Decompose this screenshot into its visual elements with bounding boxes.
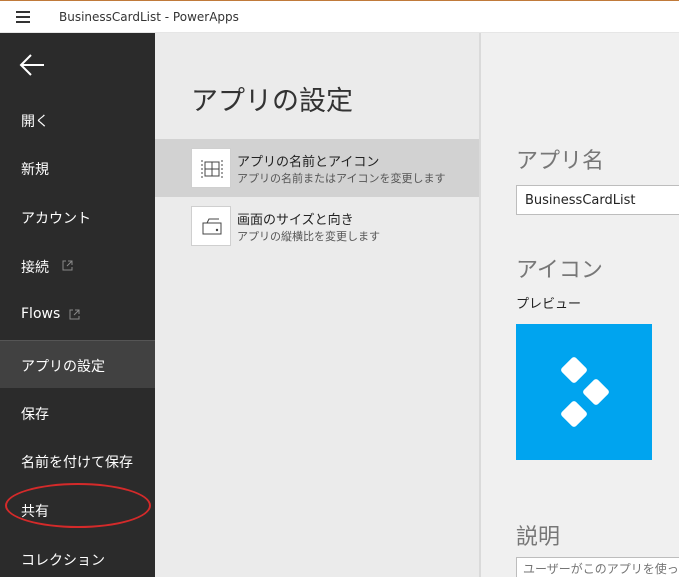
app-icon-preview bbox=[516, 324, 652, 460]
sidebar-item-collections[interactable]: コレクション bbox=[0, 535, 155, 577]
app-name-input[interactable] bbox=[516, 185, 679, 215]
sidebar-item-new[interactable]: 新規 bbox=[0, 144, 155, 192]
app-diamond-icon bbox=[561, 357, 609, 427]
sidebar-item-label: 接続 bbox=[21, 260, 49, 276]
preview-label: プレビュー bbox=[516, 297, 582, 312]
description-heading: 説明 bbox=[516, 525, 561, 550]
sidebar-item-app-settings[interactable]: アプリの設定 bbox=[0, 340, 155, 388]
page-title: アプリの設定 bbox=[191, 86, 353, 117]
sidebar-item-label: 保存 bbox=[21, 407, 49, 423]
sidebar-item-label: 新規 bbox=[21, 162, 49, 178]
annotation-circle bbox=[5, 483, 151, 528]
sidebar-item-flows[interactable]: Flows bbox=[0, 291, 155, 339]
hamburger-icon[interactable] bbox=[16, 11, 30, 23]
back-arrow-icon[interactable] bbox=[18, 53, 46, 77]
option-screen-size[interactable]: 画面のサイズと向き アプリの縦横比を変更します bbox=[155, 197, 480, 255]
external-link-icon bbox=[62, 260, 73, 271]
title-bar: BusinessCardList - PowerApps bbox=[0, 0, 679, 33]
file-sidebar: 開く 新規 アカウント 接続 Flows アプリの設定 保存 名前を付けて保存 … bbox=[0, 33, 155, 577]
description-input[interactable] bbox=[516, 557, 679, 577]
external-link-icon bbox=[69, 309, 80, 320]
screen-size-icon bbox=[191, 206, 231, 246]
icon-heading: アイコン bbox=[516, 258, 603, 283]
sidebar-item-open[interactable]: 開く bbox=[0, 96, 155, 144]
sidebar-item-label: アカウント bbox=[21, 211, 91, 227]
app-name-icon bbox=[191, 148, 231, 188]
settings-list-pane: アプリの設定 アプリの名前とアイコン アプリの名前またはアイコンを変更します 画… bbox=[155, 33, 481, 577]
option-description: アプリの名前またはアイコンを変更します bbox=[237, 172, 446, 185]
option-title: 画面のサイズと向き bbox=[237, 213, 354, 228]
app-name-heading: アプリ名 bbox=[516, 149, 605, 174]
sidebar-item-label: 開く bbox=[21, 114, 49, 130]
sidebar-item-label: Flows bbox=[21, 306, 61, 322]
window-title: BusinessCardList - PowerApps bbox=[59, 10, 239, 24]
sidebar-item-connections[interactable]: 接続 bbox=[0, 242, 155, 290]
sidebar-item-label: コレクション bbox=[21, 553, 105, 569]
sidebar-item-label: アプリの設定 bbox=[21, 359, 105, 375]
sidebar-item-save-as[interactable]: 名前を付けて保存 bbox=[0, 437, 155, 485]
sidebar-item-save[interactable]: 保存 bbox=[0, 389, 155, 437]
option-title: アプリの名前とアイコン bbox=[237, 155, 380, 170]
sidebar-item-account[interactable]: アカウント bbox=[0, 193, 155, 241]
settings-detail-pane: アプリ名 アイコン プレビュー 説明 bbox=[481, 33, 679, 577]
option-app-name-icon[interactable]: アプリの名前とアイコン アプリの名前またはアイコンを変更します bbox=[155, 139, 480, 197]
option-description: アプリの縦横比を変更します bbox=[237, 230, 380, 243]
sidebar-item-label: 名前を付けて保存 bbox=[21, 455, 133, 471]
